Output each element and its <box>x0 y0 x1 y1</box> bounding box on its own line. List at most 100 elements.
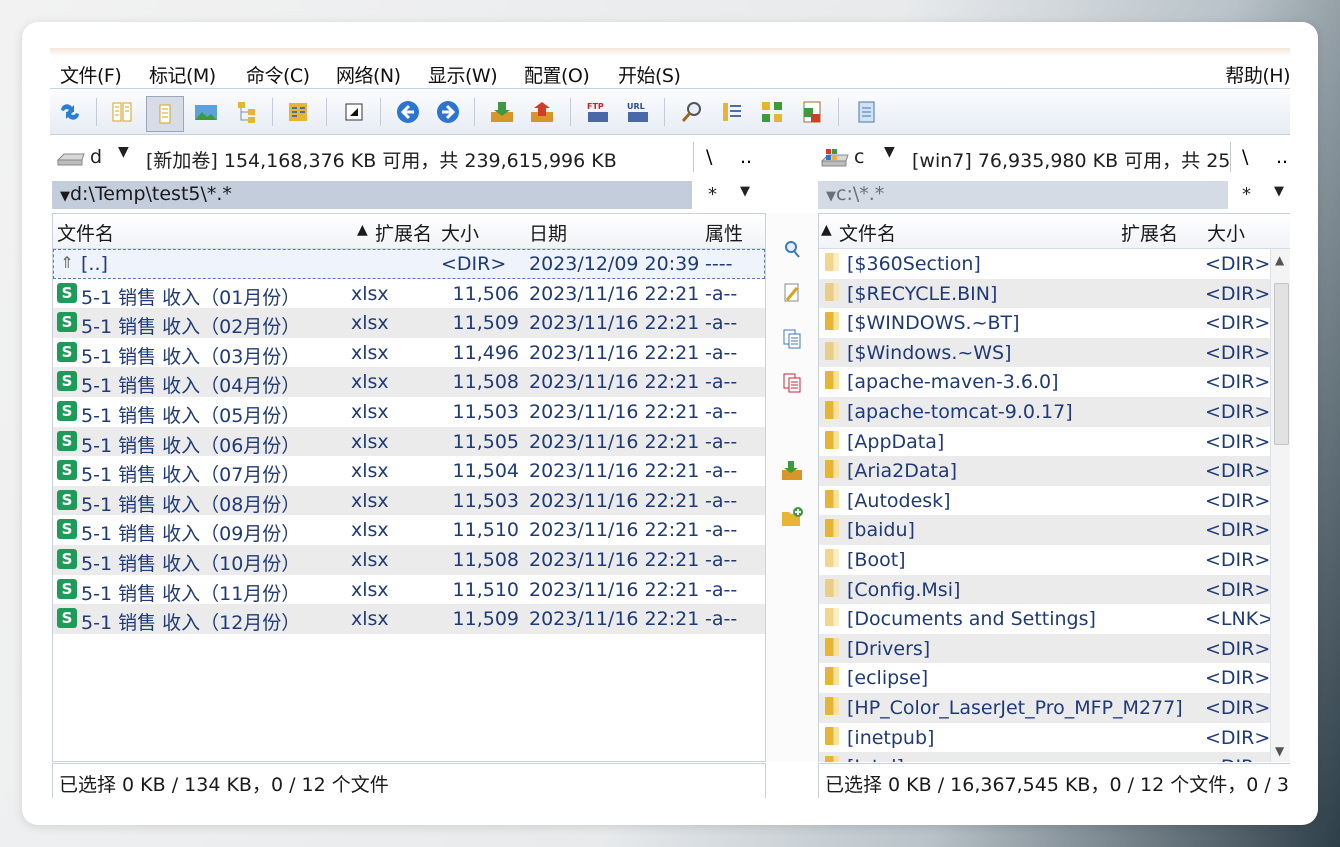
edit-file-icon[interactable] <box>780 281 804 305</box>
folder-row[interactable]: [baidu] <DIR> <box>819 515 1271 545</box>
forward-icon[interactable] <box>434 98 462 126</box>
folder-row[interactable]: [$RECYCLE.BIN] <DIR> <box>819 278 1271 309</box>
col-ext[interactable]: 扩展名 <box>1121 219 1178 246</box>
file-row[interactable]: S 5-1 销售 收入（01月份） xlsx 11,506 2023/11/16 22:… <box>53 279 765 309</box>
right-filter-text: * <box>1242 184 1251 205</box>
parent-dir-row[interactable]: ⇑ [..] <DIR> 2023/12/09 20:39 ---- <box>53 249 765 279</box>
multi-rename-icon[interactable] <box>718 98 746 126</box>
spreadsheet-icon: S <box>57 430 77 451</box>
file-size: 11,509 <box>452 608 519 631</box>
search-icon[interactable] <box>678 98 706 126</box>
file-row[interactable]: S 5-1 销售 收入（09月份） xlsx 11,510 2023/11/16 22:… <box>53 515 765 545</box>
folder-row[interactable]: [$WINDOWS.~BT] <DIR> <box>819 308 1271 338</box>
folder-size: <DIR> <box>1205 637 1271 660</box>
col-attr[interactable]: 属性 <box>705 219 743 246</box>
file-row[interactable]: S 5-1 销售 收入（11月份） xlsx 11,510 2023/11/16 22:… <box>53 575 765 605</box>
folder-row[interactable]: [eclipse] <DIR> <box>819 663 1271 693</box>
right-drive-selector[interactable]: c ▼ <box>818 142 908 172</box>
folder-row[interactable]: [Documents and Settings] <LNK> <box>819 604 1274 634</box>
full-view-icon[interactable] <box>146 96 184 132</box>
folder-row[interactable]: [HP_Color_LaserJet_Pro_MFP_M277] <DIR> <box>819 692 1271 723</box>
left-path-bar[interactable]: ▼d:\Temp\test5\*.* <box>52 181 692 209</box>
back-icon[interactable] <box>394 98 422 126</box>
thumbnail-view-icon[interactable] <box>192 98 220 126</box>
folder-name: [Autodesk] <box>847 489 951 512</box>
tree-view-icon[interactable] <box>234 98 262 126</box>
folder-row[interactable]: [Aria2Data] <DIR> <box>819 456 1271 486</box>
refresh-icon[interactable] <box>56 98 84 126</box>
new-folder-icon[interactable] <box>780 505 804 529</box>
file-row[interactable]: S 5-1 销售 收入（06月份） xlsx 11,505 2023/11/16 22:… <box>53 426 765 457</box>
folder-icon <box>825 756 839 762</box>
drive-icon <box>56 153 85 166</box>
invert-selection-icon[interactable] <box>340 98 368 126</box>
menu-file[interactable]: 文件(F) <box>60 61 122 88</box>
right-parent-button[interactable]: .. <box>1276 146 1288 168</box>
col-size[interactable]: 大小 <box>1207 219 1245 246</box>
col-size[interactable]: 大小 <box>441 219 479 246</box>
file-attr: -a-- <box>705 519 738 542</box>
scroll-up-icon[interactable]: ▲ <box>1275 253 1284 267</box>
col-ext[interactable]: 扩展名 <box>375 219 432 246</box>
menu-network[interactable]: 网络(N) <box>336 61 401 88</box>
left-drive-selector[interactable]: d ▼ <box>54 142 140 172</box>
col-name[interactable]: 文件名 <box>57 219 114 246</box>
compare-icon[interactable] <box>284 98 312 126</box>
left-parent-button[interactable]: .. <box>740 146 752 168</box>
url-connect-icon[interactable]: URL <box>624 98 652 126</box>
folder-row[interactable]: [$360Section] <DIR> <box>819 249 1271 279</box>
file-row[interactable]: S 5-1 销售 收入（05月份） xlsx 11,503 2023/11/16 22:… <box>53 397 765 427</box>
menu-start[interactable]: 开始(S) <box>618 61 681 88</box>
notepad-icon[interactable] <box>852 98 880 126</box>
folder-name: [Intel] <box>847 756 904 762</box>
folder-row[interactable]: [Intel] <DIR> <box>819 752 1271 762</box>
right-scrollbar[interactable]: ▲ ▼ <box>1270 249 1290 762</box>
scroll-down-icon[interactable]: ▼ <box>1275 744 1284 758</box>
unpack-icon[interactable] <box>528 98 556 126</box>
folder-row[interactable]: [inetpub] <DIR> <box>819 723 1271 753</box>
left-filter[interactable]: * ▼ <box>702 181 762 209</box>
chevron-down-icon: ▼ <box>826 189 836 204</box>
menu-help[interactable]: 帮助(H) <box>1225 61 1290 88</box>
menu-commands[interactable]: 命令(C) <box>246 61 310 88</box>
file-row[interactable]: S 5-1 销售 收入（04月份） xlsx 11,508 2023/11/16 22:… <box>53 367 765 397</box>
folder-name: [apache-tomcat-9.0.17] <box>847 400 1073 423</box>
right-root-button[interactable]: \ <box>1242 146 1248 168</box>
left-root-button[interactable]: \ <box>706 146 712 168</box>
copy-file-icon[interactable] <box>780 327 804 351</box>
folder-row[interactable]: [Autodesk] <DIR> <box>819 486 1271 516</box>
folder-size: <DIR> <box>1205 519 1271 542</box>
folder-row[interactable]: [Boot] <DIR> <box>819 545 1271 575</box>
move-file-icon[interactable] <box>780 371 804 395</box>
brief-view-icon[interactable] <box>108 98 136 126</box>
file-row[interactable]: S 5-1 销售 收入（03月份） xlsx 11,496 2023/11/16 22:… <box>53 338 765 368</box>
folder-row[interactable]: [$Windows.~WS] <DIR> <box>819 337 1271 368</box>
system-drive-icon <box>820 149 849 167</box>
file-row[interactable]: S 5-1 销售 收入（07月份） xlsx 11,504 2023/11/16 22:… <box>53 456 765 486</box>
scroll-thumb[interactable] <box>1274 283 1289 445</box>
view-mode-icon[interactable] <box>798 98 826 126</box>
view-file-icon[interactable] <box>780 237 804 261</box>
folder-row[interactable]: [apache-tomcat-9.0.17] <DIR> <box>819 396 1271 427</box>
right-status-text: 已选择 0 KB / 16,367,545 KB，0 / 12 个文件，0 / … <box>825 774 1289 796</box>
ftp-connect-icon[interactable]: FTP <box>584 98 612 126</box>
file-size: 11,503 <box>452 400 519 423</box>
right-filter[interactable]: * ▼ <box>1236 181 1290 209</box>
pack-icon[interactable] <box>488 98 516 126</box>
file-row[interactable]: S 5-1 销售 收入（12月份） xlsx 11,509 2023/11/16 22:… <box>53 604 765 634</box>
col-name[interactable]: 文件名 <box>839 219 896 246</box>
right-path-bar[interactable]: ▼c:\*.* <box>818 181 1228 209</box>
file-row[interactable]: S 5-1 销售 收入（08月份） xlsx 11,503 2023/11/16 22:… <box>53 485 765 516</box>
folder-row[interactable]: [AppData] <DIR> <box>819 427 1271 457</box>
menu-configuration[interactable]: 配置(O) <box>524 61 590 88</box>
sync-dirs-icon[interactable] <box>758 98 786 126</box>
folder-row[interactable]: [apache-maven-3.6.0] <DIR> <box>819 367 1271 397</box>
menu-mark[interactable]: 标记(M) <box>149 61 216 88</box>
pack-files-icon[interactable] <box>780 459 804 483</box>
file-row[interactable]: S 5-1 销售 收入（02月份） xlsx 11,509 2023/11/16 22:… <box>53 308 765 338</box>
col-date[interactable]: 日期 <box>529 219 567 246</box>
folder-row[interactable]: [Drivers] <DIR> <box>819 633 1271 664</box>
folder-row[interactable]: [Config.Msi] <DIR> <box>819 574 1271 605</box>
file-row[interactable]: S 5-1 销售 收入（10月份） xlsx 11,508 2023/11/16 22:… <box>53 544 765 575</box>
menu-show[interactable]: 显示(W) <box>428 61 498 88</box>
